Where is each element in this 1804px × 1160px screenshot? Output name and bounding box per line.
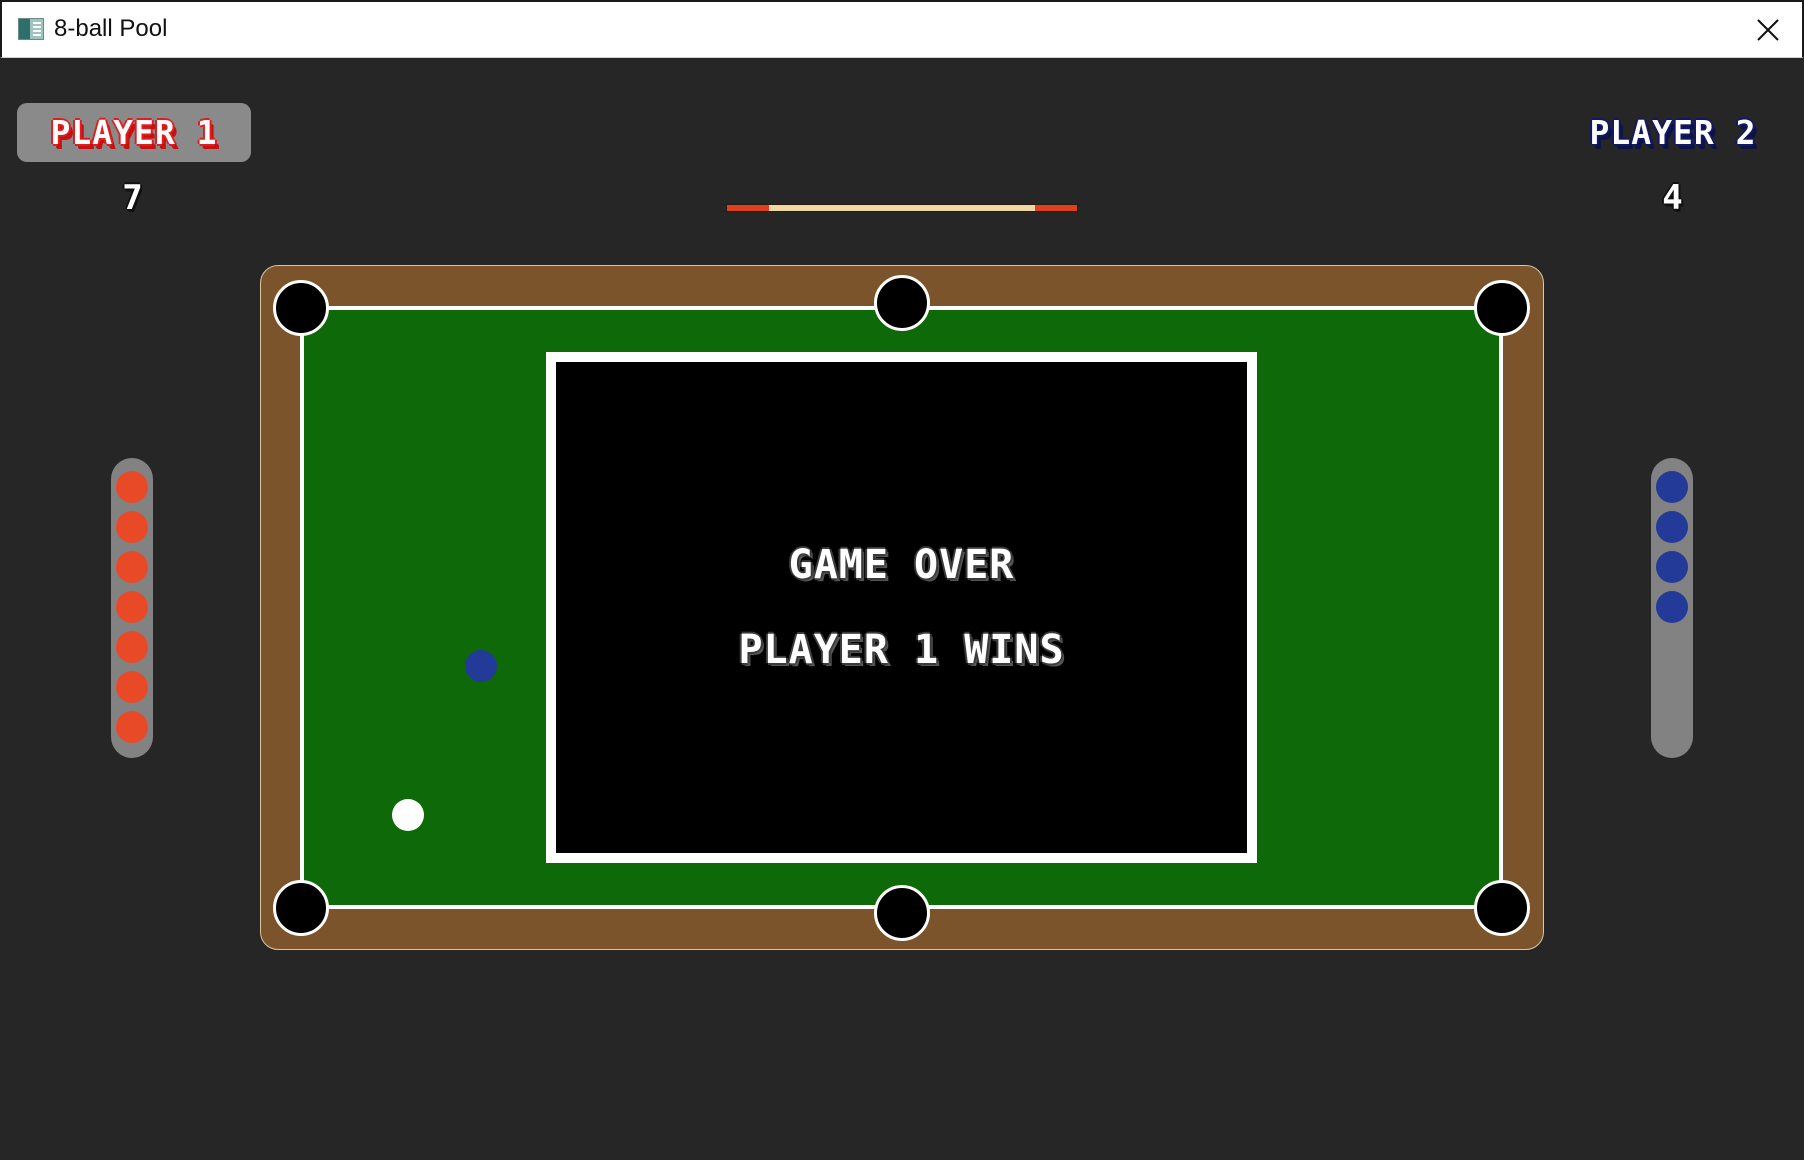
player1-pocketed-ball: [116, 711, 148, 743]
player1-pocketed-ball: [116, 551, 148, 583]
player1-pocketed-ball: [116, 671, 148, 703]
player1-pocketed-ball: [116, 471, 148, 503]
player1-score: 7: [122, 178, 144, 218]
cue-ball[interactable]: [392, 799, 424, 831]
close-button[interactable]: [1742, 6, 1794, 54]
pocket-bottom-right: [1474, 880, 1530, 936]
cue-stick[interactable]: [726, 204, 1078, 212]
game-window: 8-ball Pool PLAYER 1 7 PLAYER 2 4 GAME O…: [0, 0, 1804, 1160]
app-icon: [18, 18, 44, 40]
player1-pocketed-ball: [116, 631, 148, 663]
pocket-top-left: [273, 280, 329, 336]
close-icon: [1757, 19, 1779, 41]
player1-pocketed-ball: [116, 511, 148, 543]
player2-pocketed-ball: [1656, 511, 1688, 543]
game-over-dialog: GAME OVER PLAYER 1 WINS: [546, 352, 1257, 863]
player1-name: PLAYER 1: [50, 113, 218, 152]
player1-pocketed-ball: [116, 591, 148, 623]
pocket-bottom-left: [273, 880, 329, 936]
pocket-bottom-middle: [874, 885, 930, 941]
game-over-title: GAME OVER: [788, 542, 1015, 588]
player2-ball-tray: [1651, 458, 1693, 758]
player2-score: 4: [1662, 178, 1684, 218]
player2-name: PLAYER 2: [1589, 113, 1757, 152]
pocket-top-middle: [874, 275, 930, 331]
pocket-top-right: [1474, 280, 1530, 336]
window-title: 8-ball Pool: [54, 15, 168, 42]
title-bar: 8-ball Pool: [0, 0, 1804, 58]
player2-pocketed-ball: [1656, 591, 1688, 623]
player2-pocketed-ball: [1656, 551, 1688, 583]
player1-ball-tray: [111, 458, 153, 758]
blue-ball: [465, 650, 497, 682]
player2-pocketed-ball: [1656, 471, 1688, 503]
winner-message: PLAYER 1 WINS: [738, 627, 1065, 673]
